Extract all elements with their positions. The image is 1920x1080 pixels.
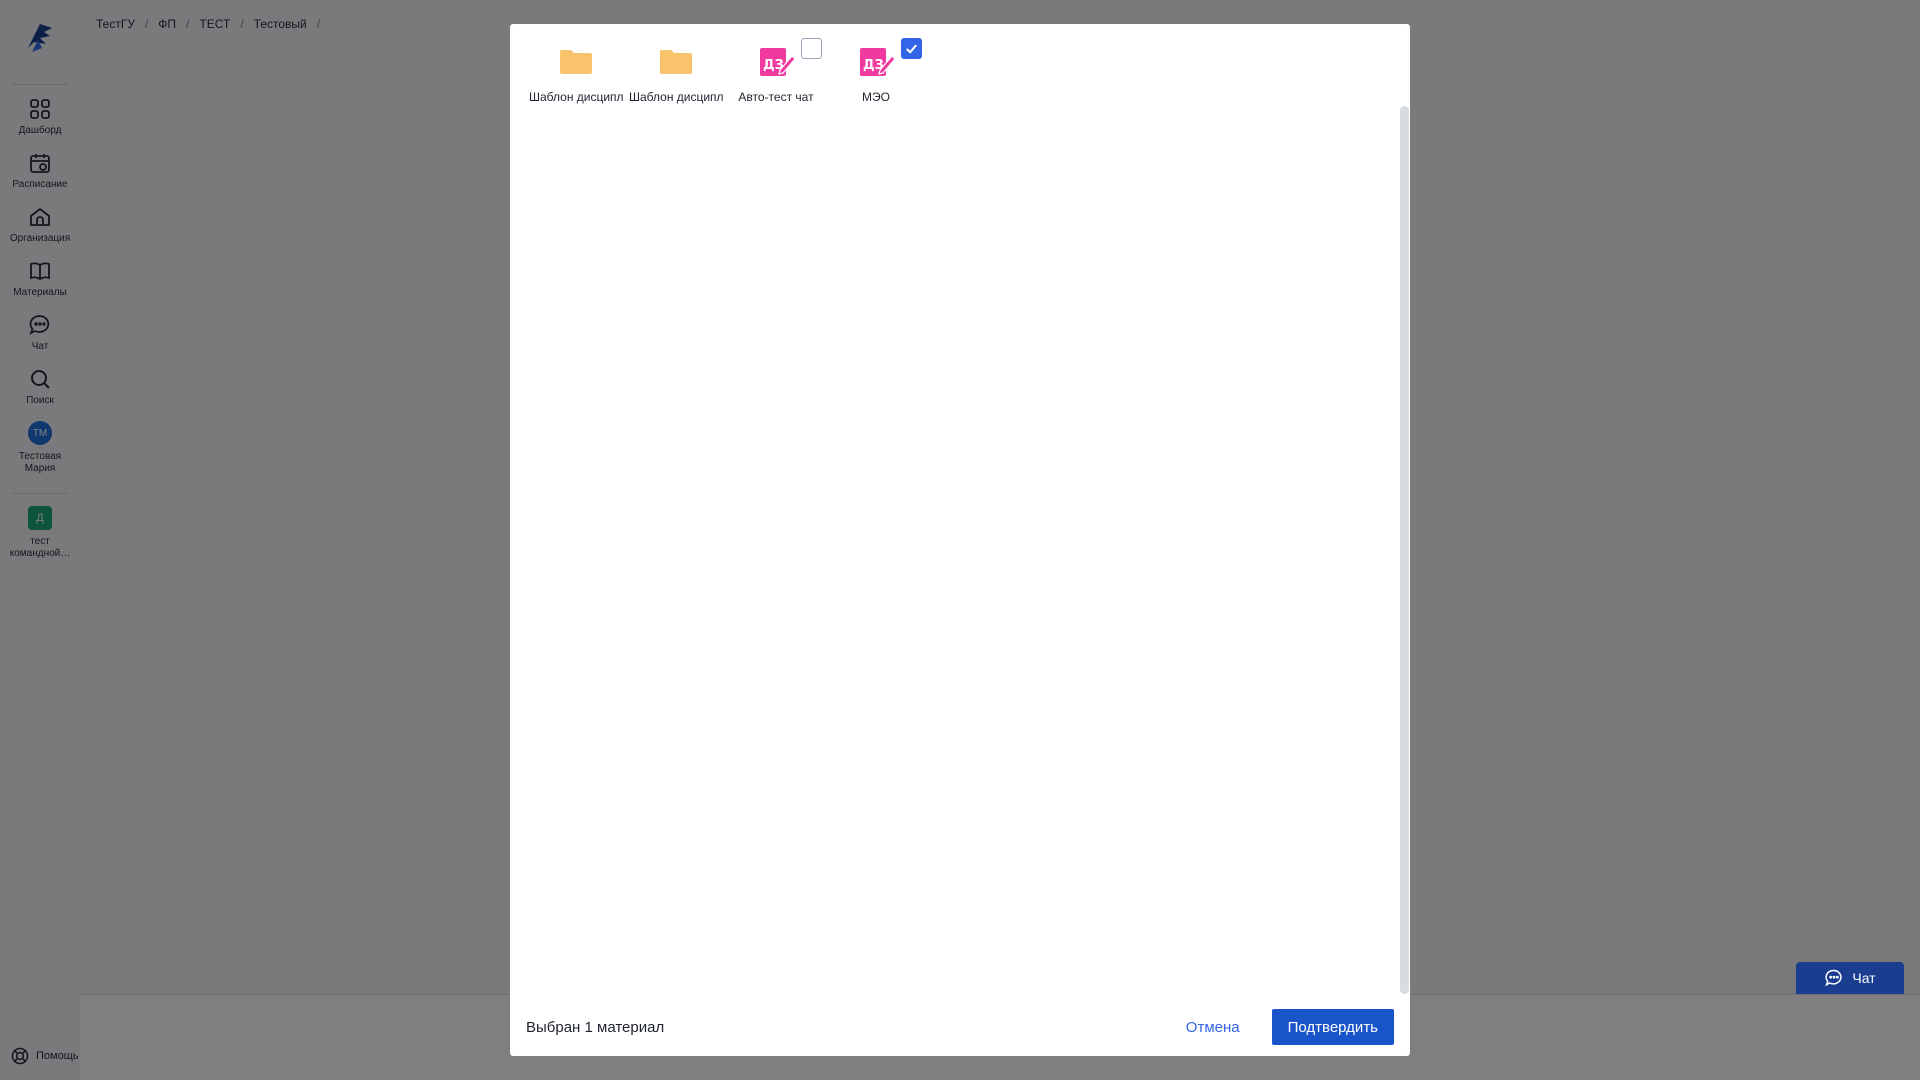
scrollbar[interactable] [1400,106,1409,994]
file-item-assignment[interactable]: ДЗ МЭО [826,38,926,104]
file-name: Шаблон дисциплины [629,90,723,104]
check-icon [906,44,917,54]
material-picker-modal: Шаблон дисциплины Шаблон дисциплины ДЗ А… [510,24,1410,1056]
folder-icon [560,50,592,74]
cancel-button[interactable]: Отмена [1170,1011,1256,1044]
file-checkbox[interactable] [801,38,822,59]
file-item-folder[interactable]: Шаблон дисциплины [526,38,626,104]
chat-button[interactable]: Чат [1796,962,1904,994]
file-item-folder[interactable]: Шаблон дисциплины [626,38,726,104]
assignment-icon: ДЗ [860,48,896,76]
file-grid: Шаблон дисциплины Шаблон дисциплины ДЗ А… [526,38,926,104]
folder-icon [660,50,692,74]
chat-bubble-icon [1825,969,1843,987]
file-name: МЭО [862,90,890,104]
chat-button-label: Чат [1852,970,1876,986]
confirm-button[interactable]: Подтвердить [1271,1009,1394,1045]
file-item-assignment[interactable]: ДЗ Авто-тест чат [726,38,826,104]
selection-count: Выбран 1 материал [526,1018,665,1036]
file-name: Авто-тест чат [738,90,814,104]
assignment-icon: ДЗ [760,48,796,76]
modal-footer: Выбран 1 материал Отмена Подтвердить [510,998,1410,1056]
file-checkbox-checked[interactable] [901,38,922,59]
file-name: Шаблон дисциплины [529,90,623,104]
